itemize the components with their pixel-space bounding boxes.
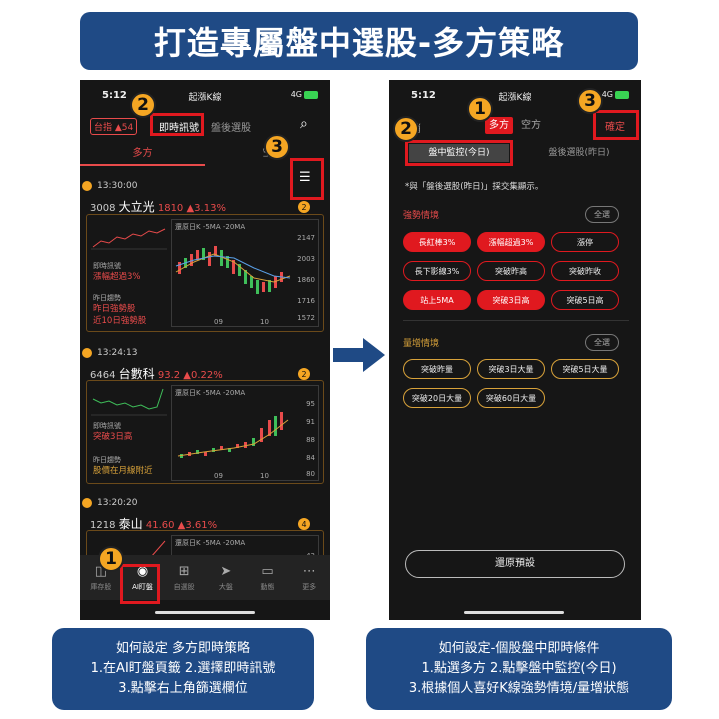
home-indicator bbox=[155, 611, 255, 614]
trend-text: 近10日強勢股 bbox=[93, 316, 147, 326]
arrow-right-icon bbox=[333, 338, 385, 372]
home-indicator bbox=[464, 611, 564, 614]
intraday-chart bbox=[91, 228, 167, 250]
condition-pill[interactable]: 突破3日大量 bbox=[477, 359, 545, 379]
left-phone-screen: 5:12 起漲K線 4G 台指 ▲54 即時訊號 盤後選股 ⌕ 多方 空 ☰ 1… bbox=[80, 80, 330, 620]
condition-pill[interactable]: 突破60日大量 bbox=[477, 388, 545, 408]
timeline-dot bbox=[82, 498, 92, 508]
stock-card[interactable]: 即時訊號 突破3日高 昨日趨勢 股價在月線附近 還原日K -5MA -20MA … bbox=[86, 380, 324, 484]
signal-count-badge: 2 bbox=[298, 201, 310, 213]
note-text: *與「盤後選股(昨日)」採交集顯示。 bbox=[405, 182, 544, 192]
tab-intraday[interactable]: 盤中監控(今日) bbox=[409, 144, 509, 162]
signal-label: 即時訊號 bbox=[93, 422, 121, 430]
status-bar: 5:12 起漲K線 4G bbox=[389, 90, 641, 106]
bull-toggle[interactable]: 多方 bbox=[485, 117, 513, 134]
confirm-button[interactable]: 確定 bbox=[605, 118, 625, 133]
trend-text: 股價在月線附近 bbox=[93, 466, 153, 476]
caption-left: 如何設定 多方即時策略 1.在AI盯盤頁籤 2.選擇即時訊號 3.點擊右上角篩選… bbox=[52, 628, 314, 710]
step-badge: 2 bbox=[393, 116, 419, 142]
trend-text: 昨日強勢股 bbox=[93, 304, 136, 314]
condition-pill[interactable]: 站上5MA bbox=[403, 290, 471, 310]
nav-more[interactable]: ⋯ 更多 bbox=[288, 555, 330, 600]
timeline-dot bbox=[82, 348, 92, 358]
section-strong-title: 強勢情境 bbox=[403, 211, 440, 221]
battery-icon bbox=[615, 90, 629, 99]
caption-line: 3.根據個人喜好K線強勢情境/量增狀態 bbox=[408, 681, 630, 696]
reset-button[interactable]: 還原預設 bbox=[405, 550, 625, 578]
stock-card[interactable]: 即時訊號 漲幅超過3% 昨日趨勢 昨日強勢股 近10日強勢股 還原日K -5MA… bbox=[86, 214, 324, 332]
stock-title[interactable]: 3008 大立光 1810 ▲3.13% bbox=[90, 198, 226, 215]
tab-afterhours[interactable]: 盤後選股 bbox=[208, 118, 254, 135]
condition-pill[interactable]: 漲停 bbox=[551, 232, 619, 252]
signal-indicator: 4G bbox=[602, 90, 629, 99]
select-all-button[interactable]: 全選 bbox=[585, 334, 619, 351]
highlight-realtime-tab bbox=[150, 113, 204, 136]
tab-afterhours[interactable]: 盤後選股(昨日) bbox=[529, 144, 629, 162]
item-time: 13:24:13 bbox=[97, 348, 138, 358]
condition-pill[interactable]: 長下影線3% bbox=[403, 261, 471, 281]
step-badge: 1 bbox=[98, 546, 124, 572]
divider bbox=[403, 320, 629, 321]
nav-watchlist[interactable]: ⊞ 自選股 bbox=[163, 555, 205, 600]
status-bar: 5:12 起漲K線 4G bbox=[80, 90, 330, 106]
item-time: 13:20:20 bbox=[97, 498, 138, 508]
condition-pill[interactable]: 突破20日大量 bbox=[403, 388, 471, 408]
signal-text: 突破3日高 bbox=[93, 432, 133, 442]
step-badge: 2 bbox=[130, 92, 156, 118]
caption-line: 如何設定-個股盤中即時條件 bbox=[438, 641, 600, 656]
tab-bull[interactable]: 多方 bbox=[80, 144, 205, 166]
search-icon[interactable]: ⌕ bbox=[300, 116, 308, 132]
step-badge: 1 bbox=[467, 96, 493, 122]
signal-label: 即時訊號 bbox=[93, 262, 121, 270]
index-chip[interactable]: 台指 ▲54 bbox=[90, 118, 138, 135]
condition-pill[interactable]: 突破3日高 bbox=[477, 290, 545, 310]
trend-label: 昨日趨勢 bbox=[93, 294, 121, 302]
caption-line: 1.點選多方 2.點擊盤中監控(今日) bbox=[421, 661, 617, 676]
condition-pill[interactable]: 漲幅超過3% bbox=[477, 232, 545, 252]
condition-pill[interactable]: 突破5日高 bbox=[551, 290, 619, 310]
section-volume-title: 量增情境 bbox=[403, 339, 440, 349]
kline-chart: 還原日K -5MA -20MA 95 91 88 84 80 09 10 bbox=[171, 385, 319, 481]
send-icon: ➤ bbox=[220, 563, 232, 579]
candles bbox=[178, 246, 283, 294]
condition-pill[interactable]: 長紅棒3% bbox=[403, 232, 471, 252]
right-phone-screen: 5:12 起漲K線 4G 消 多方 空方 確定 盤中監控(今日) 盤後選股(昨日… bbox=[389, 80, 641, 620]
page-banner: 打造專屬盤中選股-多方策略 bbox=[80, 12, 638, 70]
nav-feed[interactable]: ▭ 動態 bbox=[247, 555, 289, 600]
signal-text: 漲幅超過3% bbox=[93, 272, 141, 282]
step-badge: 3 bbox=[577, 88, 603, 114]
condition-pill[interactable]: 突破昨收 bbox=[551, 261, 619, 281]
signal-indicator: 4G bbox=[291, 90, 318, 99]
bear-toggle[interactable]: 空方 bbox=[517, 117, 545, 134]
caption-right: 如何設定-個股盤中即時條件 1.點選多方 2.點擊盤中監控(今日) 3.根據個人… bbox=[366, 628, 672, 710]
highlight-ai-tab bbox=[120, 564, 160, 604]
caption-line: 3.點擊右上角篩選欄位 bbox=[118, 681, 248, 696]
condition-pill[interactable]: 突破昨量 bbox=[403, 359, 471, 379]
signal-count-badge: 2 bbox=[298, 368, 310, 380]
trend-label: 昨日趨勢 bbox=[93, 456, 121, 464]
condition-pill[interactable]: 突破昨高 bbox=[477, 261, 545, 281]
nav-market[interactable]: ➤ 大盤 bbox=[205, 555, 247, 600]
chat-icon: ▭ bbox=[261, 563, 274, 579]
kline-chart: 還原日K -5MA -20MA 2147 2003 1860 1716 1572… bbox=[171, 219, 319, 327]
timeline-dot bbox=[82, 181, 92, 191]
caption-line: 如何設定 多方即時策略 bbox=[115, 641, 251, 656]
caption-line: 1.在AI盯盤頁籤 2.選擇即時訊號 bbox=[90, 661, 276, 676]
intraday-chart bbox=[91, 388, 167, 416]
select-all-button[interactable]: 全選 bbox=[585, 206, 619, 223]
plus-box-icon: ⊞ bbox=[178, 563, 190, 579]
item-time: 13:30:00 bbox=[97, 181, 138, 191]
condition-pill[interactable]: 突破5日大量 bbox=[551, 359, 619, 379]
step-badge: 3 bbox=[264, 134, 290, 160]
signal-count-badge: 4 bbox=[298, 518, 310, 530]
more-icon: ⋯ bbox=[302, 563, 316, 579]
filter-icon[interactable]: ☰ bbox=[299, 170, 311, 185]
battery-icon bbox=[304, 90, 318, 99]
